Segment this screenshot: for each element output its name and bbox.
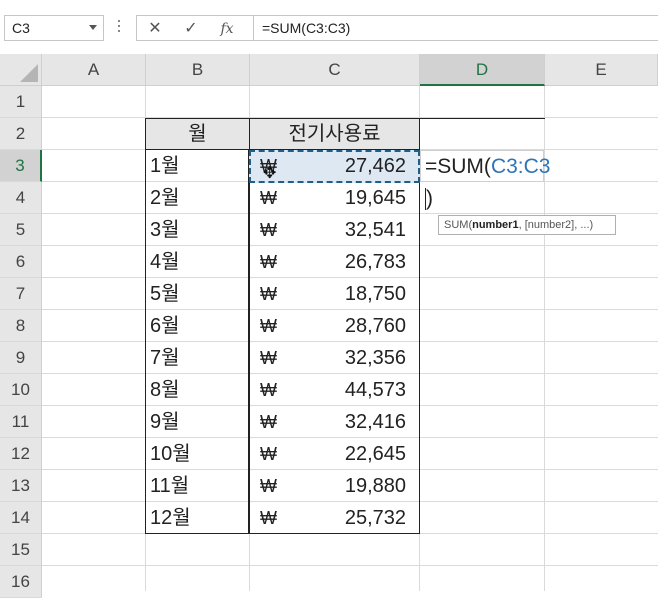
cell-month[interactable]: 3월 [150, 214, 248, 246]
cell-usage[interactable]: 19,645 [282, 182, 406, 214]
name-box-value: C3 [12, 20, 30, 36]
formula-buttons: ✕ ✓ fx [136, 15, 254, 41]
row-header[interactable]: 14 [0, 502, 42, 534]
header-month[interactable]: 월 [145, 118, 250, 150]
tooltip-rest: , [number2], ...) [518, 219, 594, 231]
currency-symbol: ₩ [260, 380, 277, 400]
column-header-b[interactable]: B [146, 54, 250, 86]
cell-month[interactable]: 2월 [150, 182, 248, 214]
cell-usage[interactable]: 18,750 [282, 278, 406, 310]
currency-symbol: ₩ [260, 412, 277, 432]
cell-usage[interactable]: 22,645 [282, 438, 406, 470]
currency-symbol: ₩ [260, 220, 277, 240]
cell-month[interactable]: 6월 [150, 310, 248, 342]
name-box[interactable]: C3 [4, 15, 104, 41]
column-header-d[interactable]: D [420, 54, 545, 86]
cell-cursor-icon: ✥ [263, 165, 277, 182]
cell-month[interactable]: 8월 [150, 374, 248, 406]
cell-usage[interactable]: 44,573 [282, 374, 406, 406]
row-header[interactable]: 16 [0, 566, 42, 598]
tooltip-fn: SUM( [444, 219, 473, 231]
formula-text: =SUM(C3:C3) [262, 20, 351, 36]
currency-symbol: ₩ [260, 252, 277, 272]
cell-month[interactable]: 12월 [150, 502, 248, 534]
row-header[interactable]: 8 [0, 310, 42, 342]
row-header[interactable]: 12 [0, 438, 42, 470]
function-tooltip[interactable]: SUM(number1, [number2], ...) [438, 215, 616, 235]
table-edge [420, 118, 545, 119]
cell-usage[interactable]: 25,732 [282, 502, 406, 534]
cell-month[interactable]: 11월 [150, 470, 248, 502]
cell-month[interactable]: 9월 [150, 406, 248, 438]
cell-usage[interactable]: 32,356 [282, 342, 406, 374]
select-all-button[interactable] [0, 54, 42, 86]
cell-editor-d3[interactable]: =SUM(C3:C3) [420, 150, 550, 211]
row-header[interactable]: 13 [0, 470, 42, 502]
chevron-down-icon[interactable] [89, 25, 97, 30]
formula-suffix: ) [426, 187, 433, 210]
worksheet-grid[interactable]: A B C D E 1 2 3 4 5 6 7 8 9 10 11 12 13 … [0, 54, 658, 598]
row-header[interactable]: 6 [0, 246, 42, 278]
cell-usage[interactable]: 32,541 [282, 214, 406, 246]
cancel-icon[interactable]: ✕ [145, 19, 165, 39]
row-header[interactable]: 10 [0, 374, 42, 406]
row-header[interactable]: 15 [0, 534, 42, 566]
column-header-e[interactable]: E [545, 54, 658, 86]
cell-month[interactable]: 1월 [150, 150, 248, 182]
header-usage[interactable]: 전기사용료 [249, 118, 420, 150]
formula-bar-area: C3 ✕ ✓ fx =SUM(C3:C3) [0, 0, 658, 54]
currency-symbol: ₩ [260, 284, 277, 304]
enter-icon[interactable]: ✓ [181, 19, 201, 39]
row-header[interactable]: 7 [0, 278, 42, 310]
column-header-a[interactable]: A [42, 54, 146, 86]
row-header[interactable]: 5 [0, 214, 42, 246]
formula-prefix: =SUM( [425, 155, 491, 178]
formula-reference: C3:C3 [490, 155, 551, 178]
tooltip-arg: number1 [472, 219, 519, 231]
cell-month[interactable]: 10월 [150, 438, 248, 470]
cell-month[interactable]: 5월 [150, 278, 248, 310]
row-header[interactable]: 3 [0, 150, 42, 182]
column-header-c[interactable]: C [250, 54, 420, 86]
currency-symbol: ₩ [260, 444, 277, 464]
row-header[interactable]: 4 [0, 182, 42, 214]
cell-usage[interactable]: 26,783 [282, 246, 406, 278]
formula-input[interactable]: =SUM(C3:C3) [253, 15, 658, 41]
insert-function-icon[interactable]: fx [217, 19, 237, 39]
cell-usage[interactable]: 32,416 [282, 406, 406, 438]
cell-month[interactable]: 4월 [150, 246, 248, 278]
drag-handle-icon[interactable] [118, 20, 121, 34]
cell-usage[interactable]: 28,760 [282, 310, 406, 342]
row-header[interactable]: 9 [0, 342, 42, 374]
currency-symbol: ₩ [260, 316, 277, 336]
gridline [42, 565, 658, 566]
row-header[interactable]: 11 [0, 406, 42, 438]
currency-symbol: ₩ [260, 188, 277, 208]
cell-usage[interactable]: 19,880 [282, 470, 406, 502]
cell-month[interactable]: 7월 [150, 342, 248, 374]
currency-symbol: ₩ [260, 476, 277, 496]
currency-symbol: ₩ [260, 348, 277, 368]
row-header[interactable]: 1 [0, 86, 42, 118]
row-header[interactable]: 2 [0, 118, 42, 150]
cell-usage[interactable]: 27,462 [282, 150, 406, 182]
currency-symbol: ₩ [260, 508, 277, 528]
